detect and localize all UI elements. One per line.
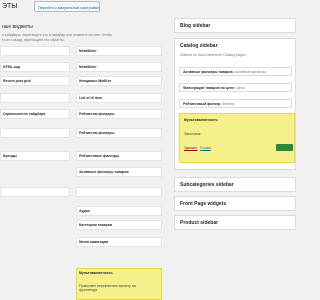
expanded-widget-subtitle: Заголовок — [184, 132, 201, 136]
catalog-sidebar: Catalog sidebar Sidebar on WooCommerce C… — [174, 38, 296, 170]
multicurrency-label: Мультивалютность — [79, 271, 113, 275]
catalog-widget-active-filters[interactable]: Активные фильтры товаров: Активные фильт… — [179, 67, 292, 76]
widget-item-metaslider[interactable]: MetaSlider — [76, 46, 162, 56]
widget-label: Активные фильтры товаров: — [183, 70, 234, 74]
widget-item[interactable] — [0, 187, 70, 197]
widget-label: Фильтрация товаров по цене: — [183, 86, 236, 90]
catalog-widget-multicurrency-expanded: Мультивалютность Заголовок Удалить Готов… — [179, 113, 295, 163]
widget-item-audio[interactable]: Аудио — [76, 206, 162, 216]
close-link[interactable]: Готово — [200, 146, 211, 150]
widget-item-recent-post-grid[interactable]: Recent post grid — [0, 76, 70, 86]
widget-value: Активные фильтры — [234, 70, 267, 74]
save-button[interactable] — [276, 144, 293, 151]
widget-item-rating-filters[interactable]: Рейтинговые фильтры — [76, 151, 162, 161]
product-sidebar[interactable]: Product sidebar — [174, 215, 296, 230]
blog-sidebar[interactable]: Blog sidebar — [174, 18, 296, 33]
page-title: ЭТЫ — [2, 3, 18, 10]
widget-item-list[interactable]: List of rtl item — [76, 93, 162, 103]
front-page-widgets-title[interactable]: Front Page widgets — [175, 197, 295, 211]
catalog-sidebar-desc: Sidebar on WooCommerce Catalog pages — [180, 53, 246, 57]
available-widgets-title: ные виджеты — [2, 24, 33, 30]
widget-label: Рейтинговый фильтр: — [183, 102, 222, 106]
available-desc-1: и сайдбара, перетащите его в сайдбар или… — [2, 33, 112, 37]
multicurrency-desc-2: фронтенде — [79, 288, 98, 292]
widget-item-product-categories[interactable]: Категории товаров — [76, 220, 162, 230]
customize-button[interactable]: Перейти к визуальной настройке — [34, 1, 100, 12]
widget-item-html[interactable]: HTML-код — [0, 62, 70, 72]
widget-item-nav-menu[interactable]: Меню навигации — [76, 237, 162, 247]
widget-item-active-filters[interactable]: Активные фильтры товаров — [76, 167, 162, 177]
expanded-widget-title[interactable]: Мультивалютность — [184, 118, 218, 122]
widget-item-multicurrency[interactable]: Мультивалютность Позволяет переключать в… — [76, 268, 162, 300]
subcategories-sidebar[interactable]: Subcategories sidebar — [174, 177, 296, 192]
product-sidebar-title[interactable]: Product sidebar — [175, 216, 295, 230]
blog-sidebar-title[interactable]: Blog sidebar — [175, 19, 295, 33]
widget-value: Фильтр — [222, 102, 235, 106]
catalog-widget-rating-filter[interactable]: Рейтинговый фильтр: Фильтр — [179, 99, 292, 108]
front-page-widgets[interactable]: Front Page widgets — [174, 196, 296, 211]
widget-item[interactable] — [76, 187, 162, 197]
widget-value: Цена — [236, 86, 245, 90]
catalog-sidebar-title[interactable]: Catalog sidebar — [175, 39, 295, 53]
widget-item-rating-filter-2[interactable]: Рейтингом фильтры — [76, 128, 162, 138]
widget-item-brands[interactable]: Бренды — [0, 151, 70, 161]
delete-link[interactable]: Удалить — [184, 146, 197, 150]
widget-item[interactable] — [0, 93, 70, 103]
widget-item[interactable] — [0, 46, 70, 56]
widget-item-metaslider-2[interactable]: MetaSlider — [76, 62, 162, 72]
catalog-widget-price-filter[interactable]: Фильтрация товаров по цене: Цена — [179, 83, 292, 92]
widget-item-sidebar-limiter[interactable]: Ограничитель сайдбара — [0, 109, 70, 119]
available-desc-2: ть его назад, перетащите его обратно. — [2, 38, 65, 42]
widget-item[interactable] — [0, 128, 70, 138]
widget-item-initials[interactable]: Инициалы Мойбот — [76, 76, 162, 86]
widget-item-rating-filter[interactable]: Рейтингом фильтры — [76, 109, 162, 119]
subcategories-sidebar-title[interactable]: Subcategories sidebar — [175, 178, 295, 192]
